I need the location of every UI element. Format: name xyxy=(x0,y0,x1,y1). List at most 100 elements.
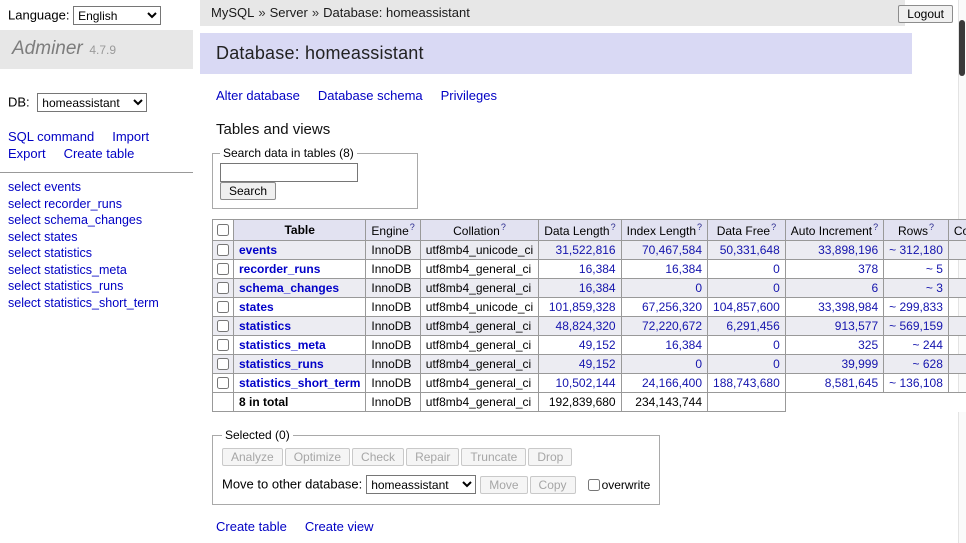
collation-cell: utf8mb4_general_ci xyxy=(420,260,538,279)
sidebar-item-select-statistics-runs[interactable]: select statistics_runs xyxy=(8,280,185,293)
create-table-link[interactable]: Create table xyxy=(216,519,287,534)
help-icon[interactable]: ? xyxy=(873,222,878,232)
search-legend: Search data in tables (8) xyxy=(220,146,357,160)
sidebar-item-sql-command[interactable]: SQL command xyxy=(8,129,94,144)
table-name-cell: statistics_runs xyxy=(234,355,366,374)
table-link-recorder-runs[interactable]: recorder_runs xyxy=(239,262,320,276)
help-icon[interactable]: ? xyxy=(771,222,776,232)
sidebar-item-select-statistics-short-term[interactable]: select statistics_short_term xyxy=(8,297,185,310)
sidebar: Adminer 4.7.9 DB: homeassistant SQL comm… xyxy=(0,30,193,313)
checkbox-cell xyxy=(213,241,234,260)
table-name-cell: schema_changes xyxy=(234,279,366,298)
row-checkbox-statistics-runs[interactable] xyxy=(217,358,229,370)
select-all-checkbox[interactable] xyxy=(217,224,229,236)
comment-cell xyxy=(948,298,966,317)
sidebar-item-select-statistics-meta[interactable]: select statistics_meta xyxy=(8,264,185,277)
table-link-statistics[interactable]: statistics xyxy=(239,319,291,333)
language-select[interactable]: English xyxy=(73,6,161,25)
table-name-cell: events xyxy=(234,241,366,260)
privileges-link[interactable]: Privileges xyxy=(441,88,497,103)
create-view-link[interactable]: Create view xyxy=(305,519,374,534)
selected-actions: AnalyzeOptimizeCheckRepairTruncateDrop xyxy=(222,448,650,466)
sidebar-item-import[interactable]: Import xyxy=(112,129,149,144)
help-icon[interactable]: ? xyxy=(611,222,616,232)
table-name-cell: recorder_runs xyxy=(234,260,366,279)
row-checkbox-events[interactable] xyxy=(217,244,229,256)
row-checkbox-states[interactable] xyxy=(217,301,229,313)
logout-button[interactable]: Logout xyxy=(898,5,953,23)
checkbox-cell xyxy=(213,355,234,374)
db-select[interactable]: homeassistant xyxy=(37,93,147,112)
index-length-cell: 67,256,320 xyxy=(621,298,707,317)
comment-cell xyxy=(948,260,966,279)
selected-fieldset: Selected (0) AnalyzeOptimizeCheckRepairT… xyxy=(212,428,660,505)
sidebar-item-select-recorder-runs[interactable]: select recorder_runs xyxy=(8,198,185,211)
data-free-cell: 6,291,456 xyxy=(708,317,786,336)
help-icon[interactable]: ? xyxy=(929,222,934,232)
breadcrumb-server[interactable]: Server xyxy=(270,5,308,20)
sidebar-item-select-schema-changes[interactable]: select schema_changes xyxy=(8,214,185,227)
row-checkbox-statistics[interactable] xyxy=(217,320,229,332)
total-cell xyxy=(708,393,786,412)
search-button[interactable]: Search xyxy=(220,182,276,200)
table-link-schema-changes[interactable]: schema_changes xyxy=(239,281,339,295)
row-checkbox-schema-changes[interactable] xyxy=(217,282,229,294)
check-button[interactable]: Check xyxy=(352,448,404,466)
scrollbar-thumb[interactable] xyxy=(959,20,965,76)
col-header-label: Data Length xyxy=(544,224,609,238)
sidebar-item-create-table[interactable]: Create table xyxy=(64,146,135,161)
search-input[interactable] xyxy=(220,163,358,182)
sidebar-item-select-states[interactable]: select states xyxy=(8,231,185,244)
engine-cell: InnoDB xyxy=(366,336,420,355)
table-name-cell: states xyxy=(234,298,366,317)
table-link-states[interactable]: states xyxy=(239,300,274,314)
analyze-button[interactable]: Analyze xyxy=(222,448,283,466)
col-header-comment: Comment? xyxy=(948,220,966,241)
comment-cell xyxy=(948,279,966,298)
app-version: 4.7.9 xyxy=(89,43,116,57)
index-length-cell: 16,384 xyxy=(621,336,707,355)
rows-cell: ~ 136,108 xyxy=(884,374,949,393)
truncate-button[interactable]: Truncate xyxy=(461,448,526,466)
col-header-rows: Rows? xyxy=(884,220,949,241)
help-icon[interactable]: ? xyxy=(501,222,506,232)
overwrite-control: overwrite xyxy=(584,478,651,492)
repair-button[interactable]: Repair xyxy=(406,448,459,466)
breadcrumb-mysql[interactable]: MySQL xyxy=(211,5,254,20)
row-checkbox-recorder-runs[interactable] xyxy=(217,263,229,275)
row-checkbox-statistics-meta[interactable] xyxy=(217,339,229,351)
auto-increment-cell: 325 xyxy=(785,336,883,355)
table-name-cell: statistics_short_term xyxy=(234,374,366,393)
help-icon[interactable]: ? xyxy=(410,222,415,232)
move-button[interactable]: Move xyxy=(480,476,527,494)
help-icon[interactable]: ? xyxy=(697,222,702,232)
search-fieldset: Search data in tables (8) Search xyxy=(212,146,418,209)
section-tables-and-views: Tables and views xyxy=(216,121,912,138)
table-row-events: eventsInnoDButf8mb4_unicode_ci31,522,816… xyxy=(213,241,966,260)
db-label: DB: xyxy=(8,95,30,110)
sidebar-item-select-events[interactable]: select events xyxy=(8,181,185,194)
row-checkbox-statistics-short-term[interactable] xyxy=(217,377,229,389)
table-link-statistics-meta[interactable]: statistics_meta xyxy=(239,338,326,352)
optimize-button[interactable]: Optimize xyxy=(285,448,350,466)
checkbox-cell xyxy=(213,336,234,355)
total-cell: 8 in total xyxy=(234,393,366,412)
move-db-select[interactable]: homeassistant xyxy=(366,475,476,494)
database-schema-link[interactable]: Database schema xyxy=(318,88,423,103)
overwrite-checkbox[interactable] xyxy=(588,479,600,491)
copy-button[interactable]: Copy xyxy=(530,476,576,494)
engine-cell: InnoDB xyxy=(366,317,420,336)
data-free-cell: 0 xyxy=(708,279,786,298)
table-row-statistics-meta: statistics_metaInnoDButf8mb4_general_ci4… xyxy=(213,336,966,355)
table-link-statistics-short-term[interactable]: statistics_short_term xyxy=(239,376,360,390)
table-link-events[interactable]: events xyxy=(239,243,277,257)
drop-button[interactable]: Drop xyxy=(528,448,572,466)
alter-database-link[interactable]: Alter database xyxy=(216,88,300,103)
auto-increment-cell: 33,398,984 xyxy=(785,298,883,317)
auto-increment-cell: 33,898,196 xyxy=(785,241,883,260)
sidebar-item-export[interactable]: Export xyxy=(8,146,46,161)
engine-cell: InnoDB xyxy=(366,355,420,374)
table-link-statistics-runs[interactable]: statistics_runs xyxy=(239,357,324,371)
breadcrumb-separator: » xyxy=(312,5,319,20)
sidebar-item-select-statistics[interactable]: select statistics xyxy=(8,247,185,260)
